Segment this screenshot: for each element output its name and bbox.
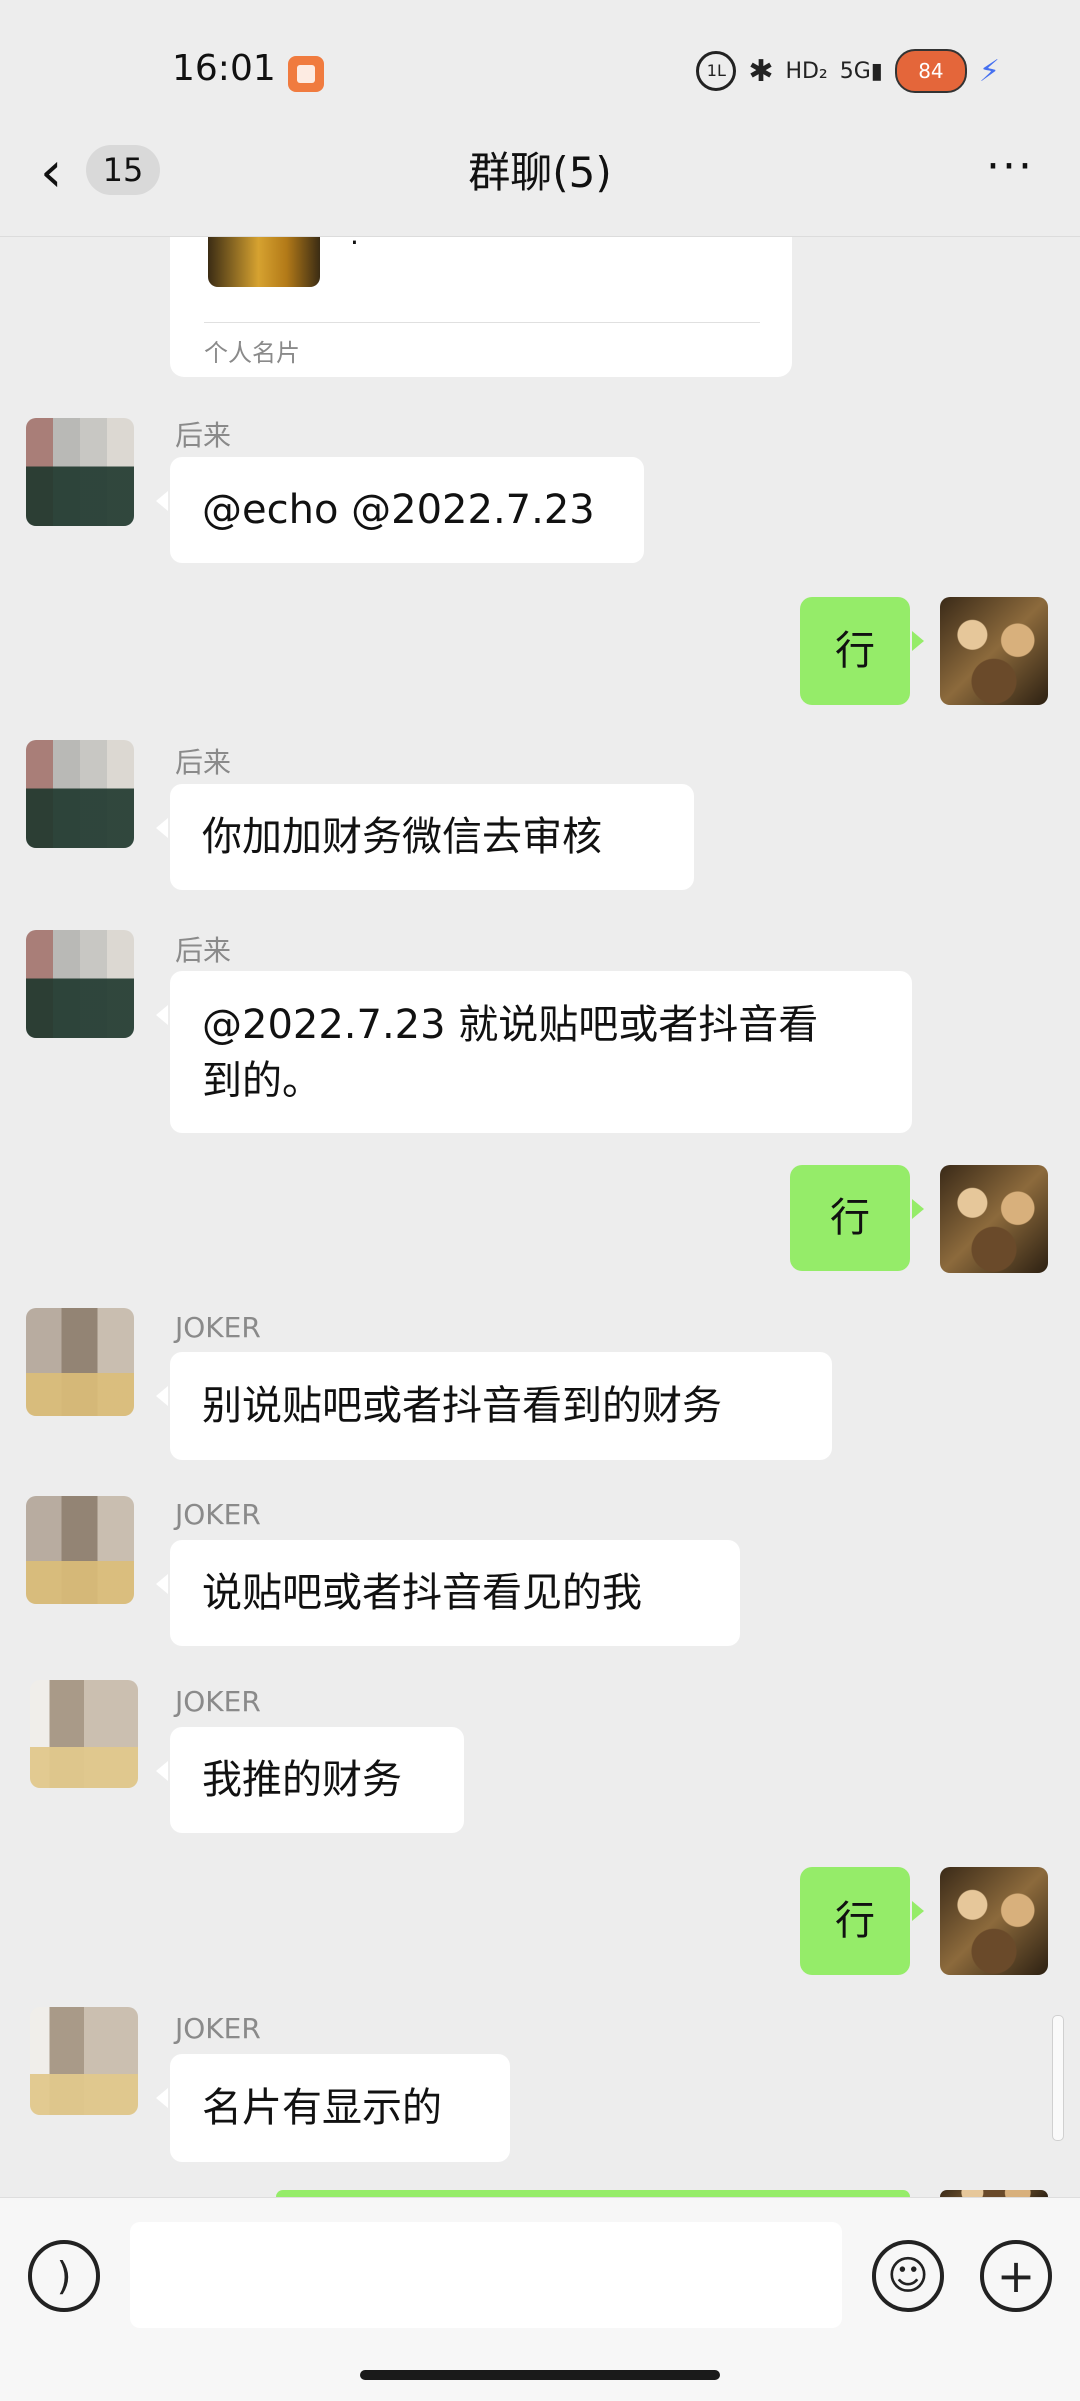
sender-name: 后来 xyxy=(175,934,232,967)
bluetooth-icon: ✱ xyxy=(748,53,774,89)
message-bubble[interactable]: 你加加财务微信去审核 xyxy=(156,784,694,890)
sender-name: 后来 xyxy=(175,746,232,779)
sender-name: 后来 xyxy=(175,419,232,452)
avatar[interactable] xyxy=(26,740,134,848)
voice-icon[interactable]: ) xyxy=(28,2240,100,2312)
message-bubble[interactable]: 行 xyxy=(800,597,924,705)
message-bubble[interactable]: 行 xyxy=(790,1165,924,1271)
message-bubble-partial[interactable] xyxy=(276,2190,910,2197)
message-text-line-2: 到的。 xyxy=(202,1058,322,1104)
book-app-icon xyxy=(288,56,324,92)
contact-card-text: · xyxy=(350,226,359,259)
message-bubble[interactable]: 说贴吧或者抖音看见的我 xyxy=(156,1540,740,1646)
sender-name: JOKER xyxy=(175,2012,261,2045)
contact-card-thumbnail xyxy=(208,237,320,287)
sender-name: JOKER xyxy=(175,1498,261,1531)
circle-1l-icon: 1L xyxy=(696,51,737,91)
message-text: 我推的财务 xyxy=(202,1757,402,1803)
avatar[interactable] xyxy=(26,1308,134,1416)
charging-bolt-icon: ⚡ xyxy=(978,53,1000,89)
avatar[interactable] xyxy=(940,1165,1048,1273)
contact-card-label: 个人名片 xyxy=(204,339,300,367)
message-text: 行 xyxy=(835,1898,875,1944)
message-bubble[interactable]: @2022.7.23 就说贴吧或者抖音看 到的。 xyxy=(156,971,912,1133)
emoji-icon[interactable]: ☺ xyxy=(872,2240,944,2312)
hd-signal-icon: HD₂ xyxy=(785,58,828,84)
message-text: 行 xyxy=(835,628,875,674)
message-text: 别说贴吧或者抖音看到的财务 xyxy=(202,1383,722,1429)
avatar[interactable] xyxy=(26,418,134,526)
message-bubble[interactable]: 别说贴吧或者抖音看到的财务 xyxy=(156,1352,832,1460)
message-text-line-1: @2022.7.23 就说贴吧或者抖音看 xyxy=(202,1002,819,1048)
avatar[interactable] xyxy=(26,1496,134,1604)
message-input[interactable] xyxy=(130,2222,842,2328)
sender-name: JOKER xyxy=(175,1685,261,1718)
avatar[interactable] xyxy=(940,597,1048,705)
more-icon[interactable]: ··· xyxy=(980,145,1040,201)
plus-icon[interactable]: + xyxy=(980,2240,1052,2312)
avatar-partial[interactable] xyxy=(940,2190,1048,2197)
back-chevron-icon[interactable]: ‹ xyxy=(40,145,80,205)
avatar[interactable] xyxy=(30,2007,138,2115)
message-text: 行 xyxy=(830,1195,870,1241)
status-icons: 1L ✱ HD₂ 5G▮ 84 ⚡ xyxy=(696,46,1000,96)
avatar[interactable] xyxy=(940,1867,1048,1975)
avatar[interactable] xyxy=(26,930,134,1038)
message-bubble[interactable]: 我推的财务 xyxy=(156,1727,464,1833)
message-text: 你加加财务微信去审核 xyxy=(202,814,602,860)
avatar[interactable] xyxy=(30,1680,138,1788)
back-unread-count[interactable]: 15 xyxy=(86,145,160,195)
message-bubble[interactable]: 名片有显示的 xyxy=(156,2054,510,2162)
home-indicator[interactable] xyxy=(360,2370,720,2380)
message-text: 名片有显示的 xyxy=(202,2085,442,2131)
sender-name: JOKER xyxy=(175,1311,261,1344)
chat-header xyxy=(0,140,1080,237)
message-bubble[interactable]: 行 xyxy=(800,1867,924,1975)
5g-signal-icon: 5G▮ xyxy=(839,58,883,84)
scrollbar-thumb[interactable] xyxy=(1052,2015,1064,2141)
message-bubble[interactable]: @echo @2022.7.23 xyxy=(156,457,644,563)
status-bar: 16:01 1L ✱ HD₂ 5G▮ 84 ⚡ xyxy=(0,0,1080,140)
message-text: 说贴吧或者抖音看见的我 xyxy=(202,1570,642,1616)
message-text: @echo @2022.7.23 xyxy=(202,487,595,533)
status-time: 16:01 xyxy=(172,48,276,89)
contact-card-divider xyxy=(204,322,760,323)
battery-icon: 84 xyxy=(894,49,967,93)
